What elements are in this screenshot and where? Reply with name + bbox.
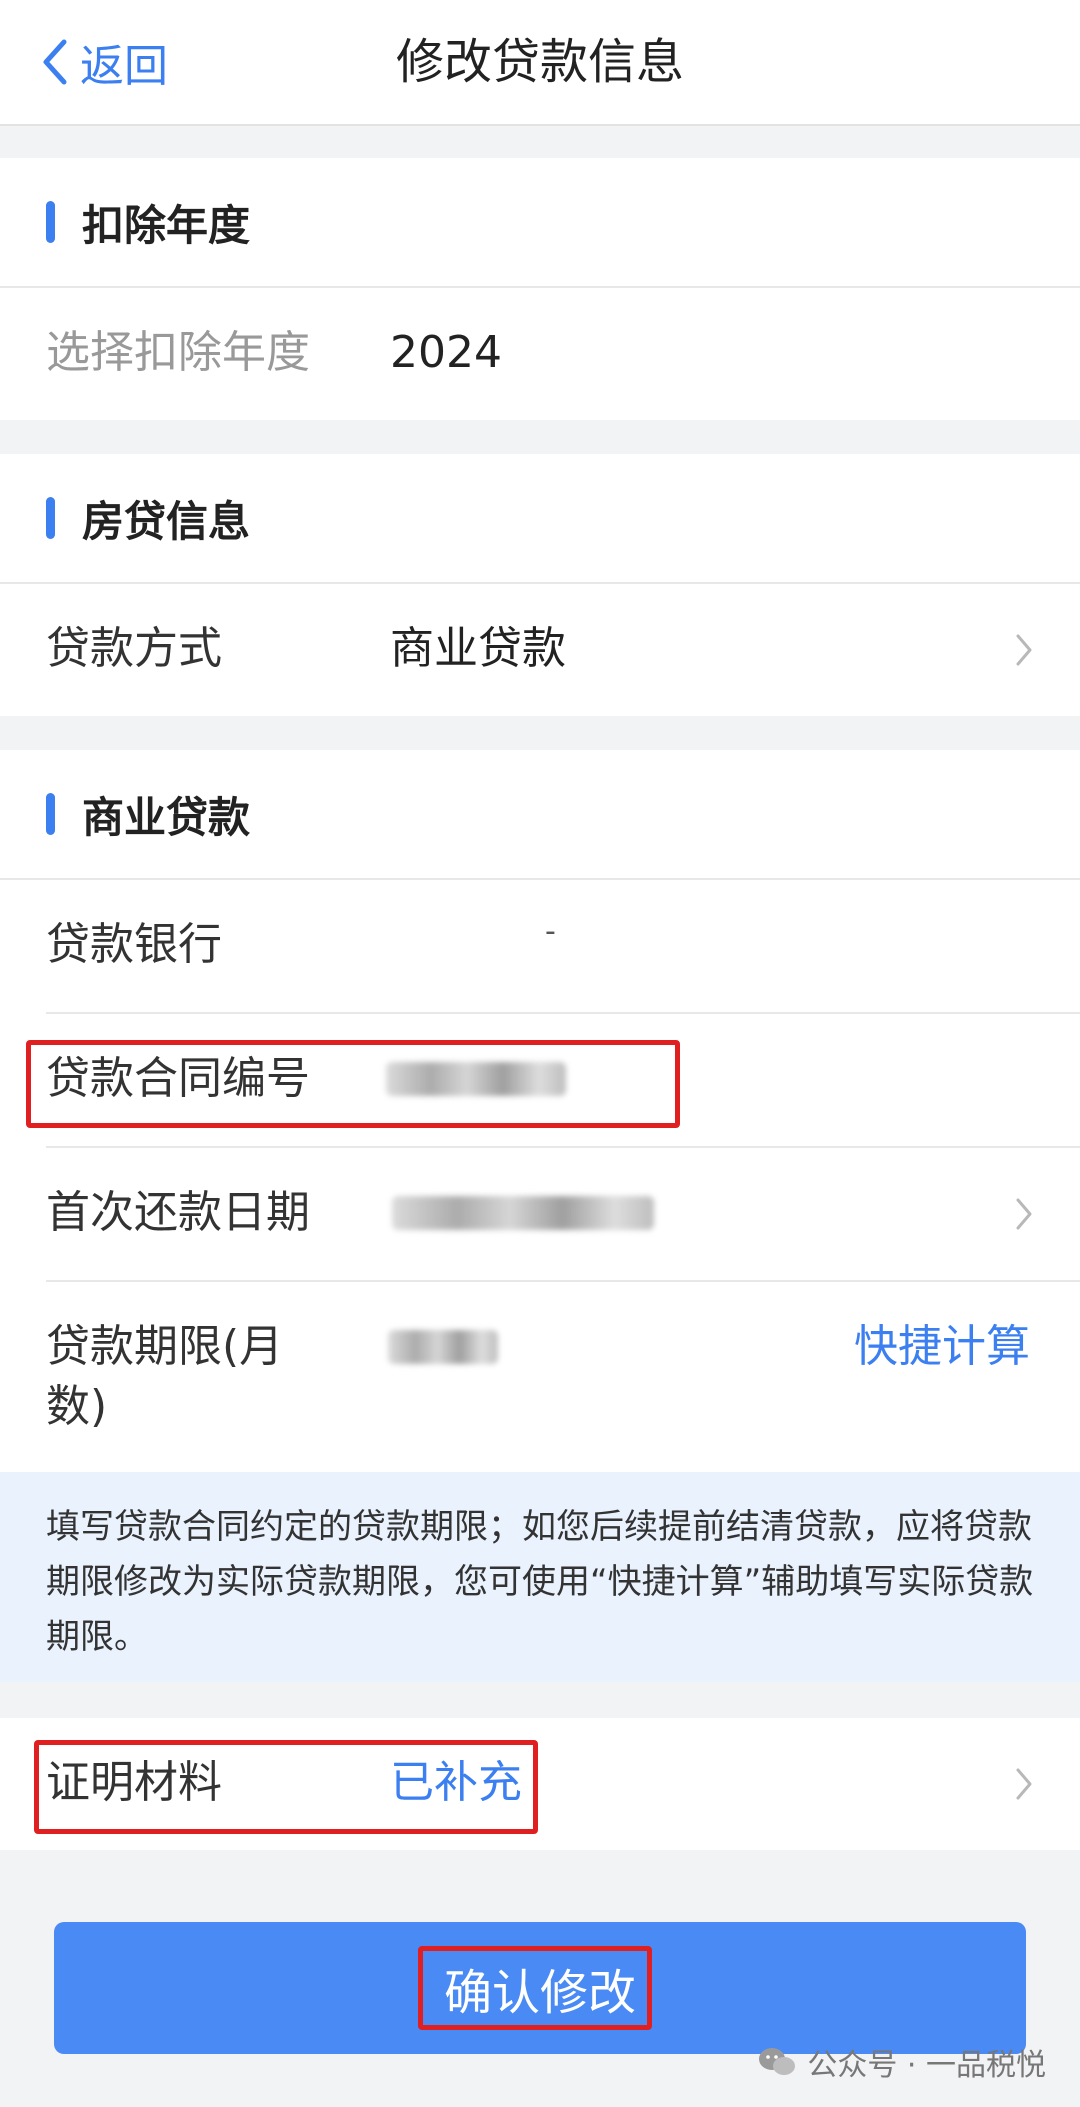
mortgage-info-card: 房贷信息 贷款方式 商业贷款 (0, 454, 1080, 716)
chevron-right-icon (1016, 1198, 1032, 1230)
first-repayment-date-label: 首次还款日期 (46, 1187, 310, 1238)
section-title: 商业贷款 (82, 792, 251, 842)
section-header: 房贷信息 (0, 454, 1080, 584)
loan-bank-value: - (545, 914, 556, 949)
highlight-box-contract (26, 1040, 680, 1128)
section-title: 扣除年度 (82, 200, 251, 250)
watermark-text: 公众号 · 一品税悦 (807, 2048, 1046, 2083)
highlight-box-confirm (418, 1946, 652, 2030)
term-hint-box: 填写贷款合同约定的贷款期限；如您后续提前结清贷款，应将贷款期限修改为实际贷款期限… (0, 1472, 1080, 1682)
deduction-year-value: 2024 (390, 327, 502, 378)
deduction-year-card: 扣除年度 选择扣除年度 2024 (0, 158, 1080, 420)
quick-calc-link[interactable]: 快捷计算 (854, 1317, 1030, 1377)
term-hint-text: 填写贷款合同约定的贷款期限；如您后续提前结清贷款，应将贷款期限修改为实际贷款期限… (46, 1507, 1034, 1657)
loan-term-label: 贷款期限(月 数) (46, 1317, 283, 1437)
loan-method-row[interactable]: 贷款方式 商业贷款 (0, 584, 1080, 716)
first-repayment-date-row[interactable]: 首次还款日期 (0, 1148, 1080, 1280)
section-header: 扣除年度 (0, 158, 1080, 288)
navigation-bar: 返回 修改贷款信息 (0, 0, 1080, 126)
section-title: 房贷信息 (82, 496, 251, 546)
section-accent-bar (46, 201, 55, 243)
loan-term-label-line1: 贷款期限(月 (46, 1321, 284, 1372)
chevron-right-icon (1016, 634, 1032, 666)
highlight-box-proof (34, 1740, 538, 1834)
loan-bank-label: 贷款银行 (46, 919, 222, 970)
section-header: 商业贷款 (0, 750, 1080, 880)
loan-method-value: 商业贷款 (390, 623, 566, 674)
watermark: 公众号 · 一品税悦 (757, 2040, 1046, 2084)
deduction-year-label: 选择扣除年度 (46, 327, 310, 378)
loan-method-label: 贷款方式 (46, 623, 222, 674)
loan-term-row[interactable]: 贷款期限(月 数) 快捷计算 (0, 1282, 1080, 1474)
loan-term-value-redacted (388, 1330, 498, 1364)
chevron-right-icon (1016, 1768, 1032, 1800)
page-title: 修改贷款信息 (395, 34, 684, 90)
section-accent-bar (46, 793, 55, 835)
loan-bank-row[interactable]: 贷款银行 - (0, 880, 1080, 1012)
section-accent-bar (46, 497, 55, 539)
wechat-icon (759, 2048, 796, 2075)
deduction-year-row[interactable]: 选择扣除年度 2024 (0, 288, 1080, 420)
first-repayment-date-value-redacted (392, 1196, 654, 1230)
loan-term-label-line2: 数) (46, 1381, 108, 1432)
